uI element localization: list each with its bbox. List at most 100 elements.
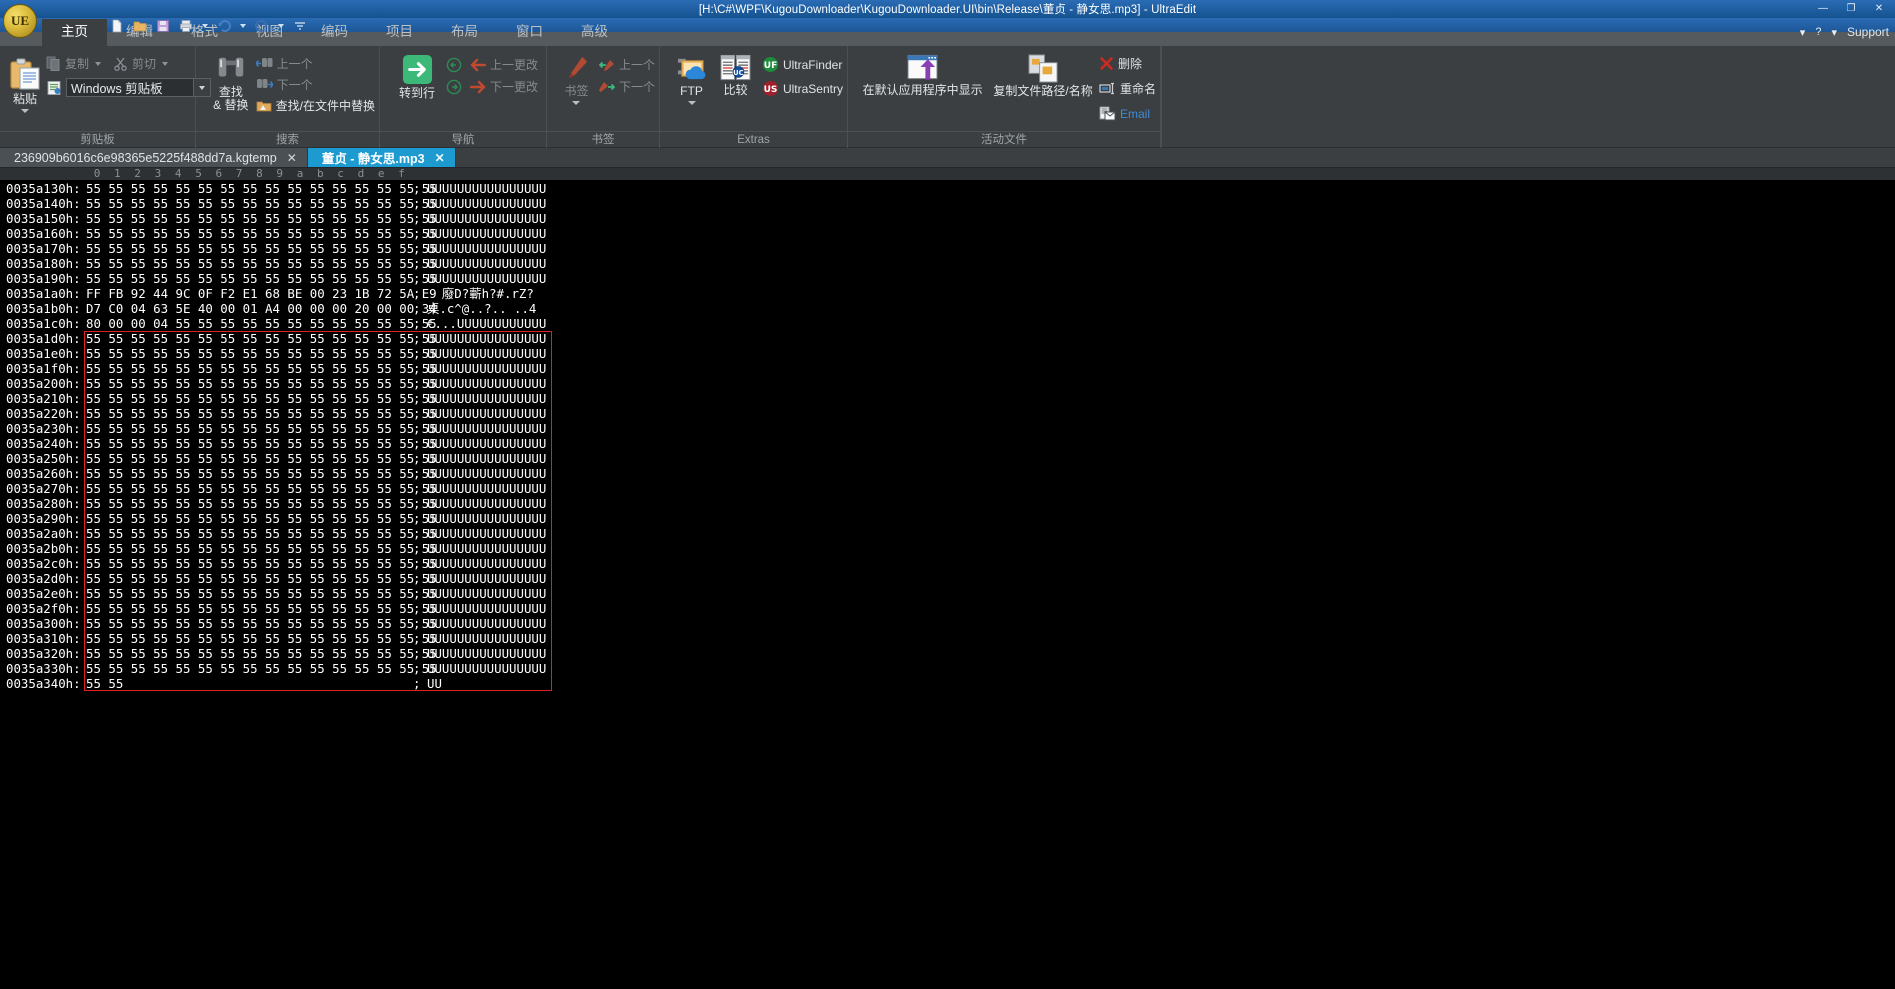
hex-row[interactable]: 0035a1e0h: 55 55 55 55 55 55 55 55 55 55 …: [0, 346, 1895, 361]
bookmark-button[interactable]: 书签: [554, 50, 599, 105]
paste-button[interactable]: 粘贴: [8, 53, 42, 113]
delete-file-button[interactable]: 删除: [1099, 55, 1156, 72]
hex-row-bytes: 55 55 55 55 55 55 55 55 55 55 55 55 55 5…: [86, 271, 437, 286]
hex-row[interactable]: 0035a210h: 55 55 55 55 55 55 55 55 55 55 …: [0, 391, 1895, 406]
close-button[interactable]: ✕: [1865, 0, 1893, 18]
new-file-icon[interactable]: [110, 19, 124, 33]
next-change-arrow-icon: [470, 80, 486, 94]
ribbon-tab-project[interactable]: 项目: [367, 19, 432, 46]
ftp-caret-icon[interactable]: [687, 101, 696, 105]
hex-row[interactable]: 0035a340h: 55 55; UU: [0, 676, 1895, 691]
document-tab-mp3-close-icon[interactable]: ✕: [435, 151, 445, 165]
copy-file-path-button[interactable]: 复制文件路径/名称: [993, 50, 1093, 98]
goto-line-button[interactable]: 转到行: [388, 50, 446, 100]
hex-row[interactable]: 0035a2e0h: 55 55 55 55 55 55 55 55 55 55 …: [0, 586, 1895, 601]
hex-row[interactable]: 0035a150h: 55 55 55 55 55 55 55 55 55 55 …: [0, 211, 1895, 226]
hex-row-bytes: 55 55: [86, 676, 124, 691]
hex-rows[interactable]: 0035a130h: 55 55 55 55 55 55 55 55 55 55 …: [0, 180, 1895, 691]
undo-caret-icon[interactable]: [240, 23, 246, 28]
redo-caret-icon[interactable]: [278, 23, 284, 28]
hex-row[interactable]: 0035a1d0h: 55 55 55 55 55 55 55 55 55 55 …: [0, 331, 1895, 346]
document-tab-mp3[interactable]: 董贞 - 静女思.mp3 ✕: [307, 148, 456, 167]
ribbon-tab-encoding[interactable]: 编码: [302, 19, 367, 46]
email-file-button[interactable]: Email: [1099, 105, 1156, 122]
open-folder-icon[interactable]: [133, 19, 147, 33]
hex-row[interactable]: 0035a230h: 55 55 55 55 55 55 55 55 55 55 …: [0, 421, 1895, 436]
help-icon[interactable]: ?: [1815, 26, 1821, 38]
copy-caret-icon[interactable]: [95, 61, 102, 66]
support-link[interactable]: Support: [1847, 25, 1889, 39]
hex-row[interactable]: 0035a160h: 55 55 55 55 55 55 55 55 55 55 …: [0, 226, 1895, 241]
hex-row[interactable]: 0035a290h: 55 55 55 55 55 55 55 55 55 55 …: [0, 511, 1895, 526]
ultrafinder-button[interactable]: UF UltraFinder: [762, 56, 843, 73]
hex-row[interactable]: 0035a1a0h: FF FB 92 44 9C 0F F2 E1 68 BE …: [0, 286, 1895, 301]
paste-caret-icon[interactable]: [21, 109, 29, 113]
rename-file-button[interactable]: 重命名: [1099, 80, 1156, 97]
hex-row[interactable]: 0035a300h: 55 55 55 55 55 55 55 55 55 55 …: [0, 616, 1895, 631]
find-replace-button[interactable]: 查找 & 替换: [206, 50, 256, 112]
print-icon[interactable]: [179, 19, 193, 33]
hex-row[interactable]: 0035a330h: 55 55 55 55 55 55 55 55 55 55 …: [0, 661, 1895, 676]
cut-button[interactable]: 剪切: [113, 55, 169, 72]
hex-row[interactable]: 0035a2a0h: 55 55 55 55 55 55 55 55 55 55 …: [0, 526, 1895, 541]
minimize-button[interactable]: —: [1809, 0, 1837, 18]
hex-row[interactable]: 0035a270h: 55 55 55 55 55 55 55 55 55 55 …: [0, 481, 1895, 496]
ribbon-tab-home[interactable]: 主页: [42, 19, 107, 46]
hex-row[interactable]: 0035a250h: 55 55 55 55 55 55 55 55 55 55 …: [0, 451, 1895, 466]
hex-row[interactable]: 0035a2d0h: 55 55 55 55 55 55 55 55 55 55 …: [0, 571, 1895, 586]
hex-row[interactable]: 0035a2c0h: 55 55 55 55 55 55 55 55 55 55 …: [0, 556, 1895, 571]
support-caret-icon[interactable]: ▾: [1831, 26, 1837, 39]
bookmark-next-button[interactable]: 下一个: [598, 78, 655, 95]
prev-change-button[interactable]: 上一更改: [446, 56, 538, 73]
ribbon-tab-layout[interactable]: 布局: [432, 19, 497, 46]
hex-ruler-cell: 7: [235, 168, 243, 180]
collapse-ribbon-icon[interactable]: ▾: [1800, 26, 1806, 39]
hex-row[interactable]: 0035a1f0h: 55 55 55 55 55 55 55 55 55 55 …: [0, 361, 1895, 376]
ribbon-tab-advanced[interactable]: 高级: [562, 19, 627, 46]
hex-row-ascii: UUUUUUUUUUUUUUUU: [427, 256, 547, 271]
ultrasentry-button[interactable]: US UltraSentry: [762, 80, 843, 97]
hex-row-bytes: 55 55 55 55 55 55 55 55 55 55 55 55 55 5…: [86, 481, 437, 496]
bookmark-caret-icon[interactable]: [572, 101, 581, 105]
copy-button[interactable]: 复制: [46, 55, 102, 72]
hex-row[interactable]: 0035a130h: 55 55 55 55 55 55 55 55 55 55 …: [0, 181, 1895, 196]
ftp-button[interactable]: FTP: [670, 50, 713, 105]
hex-row[interactable]: 0035a200h: 55 55 55 55 55 55 55 55 55 55 …: [0, 376, 1895, 391]
customize-qat-icon[interactable]: [293, 19, 307, 33]
next-change-button[interactable]: 下一更改: [446, 78, 538, 95]
compare-button[interactable]: UC 比较: [713, 50, 758, 97]
hex-row[interactable]: 0035a190h: 55 55 55 55 55 55 55 55 55 55 …: [0, 271, 1895, 286]
document-tab-kgtemp[interactable]: 236909b6016c6e98365e5225f488dd7a.kgtemp …: [0, 148, 308, 167]
hex-row[interactable]: 0035a240h: 55 55 55 55 55 55 55 55 55 55 …: [0, 436, 1895, 451]
hex-row[interactable]: 0035a1c0h: 80 00 00 04 55 55 55 55 55 55 …: [0, 316, 1895, 331]
bookmark-prev-button[interactable]: 上一个: [598, 56, 655, 73]
document-tab-kgtemp-close-icon[interactable]: ✕: [287, 151, 297, 165]
cut-caret-icon[interactable]: [162, 61, 169, 66]
hex-row[interactable]: 0035a320h: 55 55 55 55 55 55 55 55 55 55 …: [0, 646, 1895, 661]
hex-row[interactable]: 0035a180h: 55 55 55 55 55 55 55 55 55 55 …: [0, 256, 1895, 271]
save-icon[interactable]: [156, 19, 170, 33]
maximize-button[interactable]: ❐: [1837, 0, 1865, 18]
hex-row-bytes: 55 55 55 55 55 55 55 55 55 55 55 55 55 5…: [86, 376, 437, 391]
hex-editor[interactable]: 01 2 34 5 67 8 9 ab c de f 0035a130h: 55 55 55 55 5…: [0, 168, 1895, 989]
hex-row-separator: ;: [413, 301, 421, 316]
undo-icon[interactable]: [217, 19, 231, 33]
title-bar: [H:\C#\WPF\KugouDownloader\KugouDownload…: [0, 0, 1895, 18]
hex-row[interactable]: 0035a140h: 55 55 55 55 55 55 55 55 55 55 …: [0, 196, 1895, 211]
clipboard-select[interactable]: Windows 剪贴板: [66, 78, 211, 97]
redo-icon[interactable]: [255, 19, 269, 33]
find-next-button[interactable]: 下一个: [256, 76, 375, 93]
hex-row[interactable]: 0035a220h: 55 55 55 55 55 55 55 55 55 55 …: [0, 406, 1895, 421]
find-prev-button[interactable]: 上一个: [255, 55, 375, 72]
hex-row[interactable]: 0035a170h: 55 55 55 55 55 55 55 55 55 55 …: [0, 241, 1895, 256]
open-in-default-app-button[interactable]: 在默认应用程序中显示: [852, 50, 993, 97]
find-in-files-button[interactable]: 查找/在文件中替换: [256, 97, 375, 114]
hex-row[interactable]: 0035a310h: 55 55 55 55 55 55 55 55 55 55 …: [0, 631, 1895, 646]
hex-row[interactable]: 0035a1b0h: D7 C0 04 63 5E 40 00 01 A4 00 …: [0, 301, 1895, 316]
print-caret-icon[interactable]: [202, 23, 208, 28]
hex-row[interactable]: 0035a280h: 55 55 55 55 55 55 55 55 55 55 …: [0, 496, 1895, 511]
ribbon-tab-window[interactable]: 窗口: [497, 19, 562, 46]
hex-row[interactable]: 0035a260h: 55 55 55 55 55 55 55 55 55 55 …: [0, 466, 1895, 481]
hex-row[interactable]: 0035a2b0h: 55 55 55 55 55 55 55 55 55 55 …: [0, 541, 1895, 556]
hex-row[interactable]: 0035a2f0h: 55 55 55 55 55 55 55 55 55 55 …: [0, 601, 1895, 616]
